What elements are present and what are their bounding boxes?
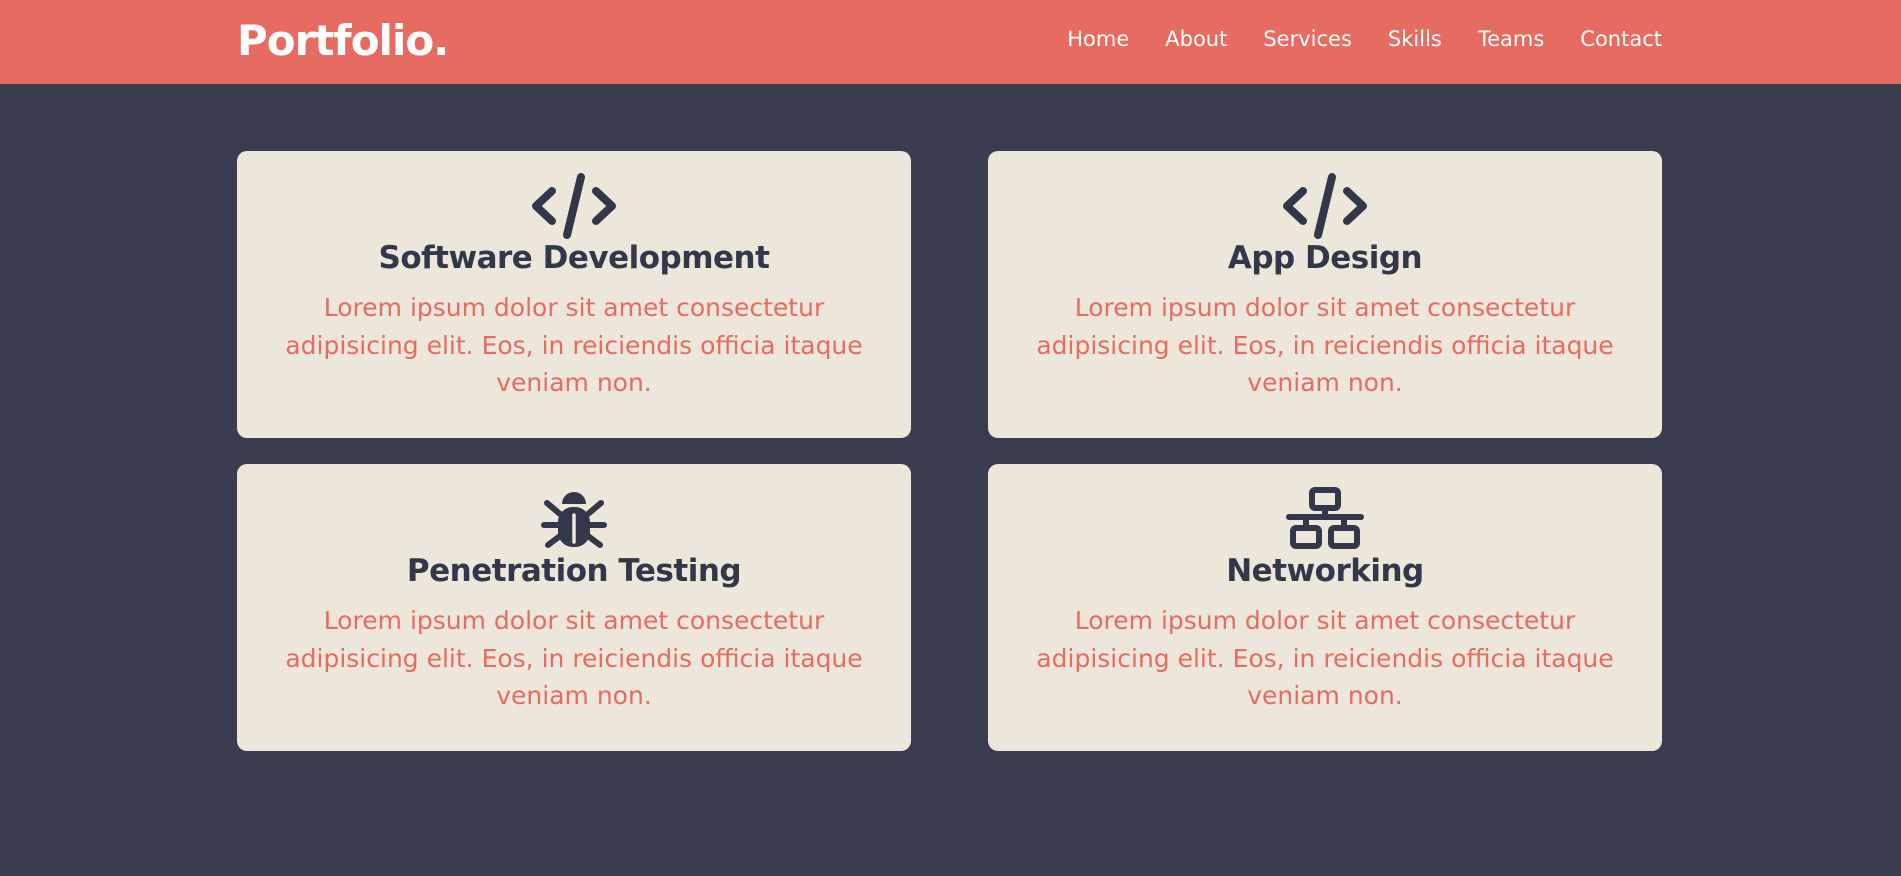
service-card-software-development: Software Development Lorem ipsum dolor s… — [237, 151, 911, 438]
service-card-penetration-testing: Penetration Testing Lorem ipsum dolor si… — [237, 464, 911, 751]
service-title: Networking — [1226, 553, 1424, 589]
service-description: Lorem ipsum dolor sit amet consectetur a… — [285, 606, 863, 710]
services-grid: Software Development Lorem ipsum dolor s… — [237, 151, 1662, 751]
nav-teams-link[interactable]: Teams — [1478, 24, 1544, 54]
main-nav: Home About Services Skills Teams Contact — [1067, 24, 1662, 54]
nav-services-link[interactable]: Services — [1263, 24, 1352, 54]
service-description: Lorem ipsum dolor sit amet consectetur a… — [1036, 606, 1614, 710]
service-title: Software Development — [378, 240, 770, 276]
code-icon — [988, 173, 1662, 239]
nav-contact-link[interactable]: Contact — [1580, 24, 1662, 54]
code-icon — [237, 173, 911, 239]
service-description: Lorem ipsum dolor sit amet consectetur a… — [1036, 293, 1614, 397]
service-title: Penetration Testing — [406, 553, 742, 589]
service-card-app-design: App Design Lorem ipsum dolor sit amet co… — [988, 151, 1662, 438]
service-card-networking: Networking Lorem ipsum dolor sit amet co… — [988, 464, 1662, 751]
network-icon — [988, 486, 1662, 552]
nav-skills-link[interactable]: Skills — [1388, 24, 1442, 54]
service-description: Lorem ipsum dolor sit amet consectetur a… — [285, 293, 863, 397]
bug-icon — [237, 486, 911, 552]
navbar: Portfolio. Home About Services Skills Te… — [0, 0, 1901, 84]
nav-about-link[interactable]: About — [1165, 24, 1227, 54]
brand-logo[interactable]: Portfolio. — [237, 16, 449, 66]
nav-home-link[interactable]: Home — [1067, 24, 1129, 54]
service-title: App Design — [1227, 240, 1423, 276]
